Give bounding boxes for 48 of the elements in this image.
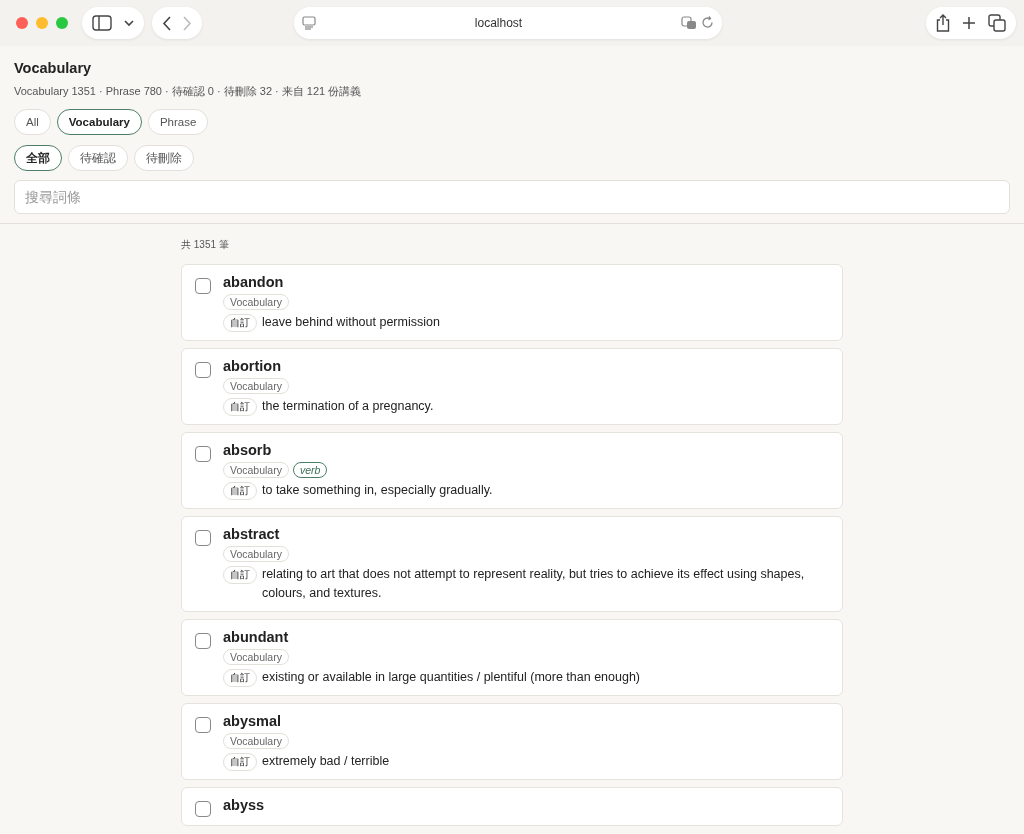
- entry-word: abortion: [223, 358, 282, 374]
- definition-text: extremely bad / terrible: [262, 753, 390, 770]
- entry-word: abstract: [223, 526, 281, 542]
- result-count: 共 1351 筆: [181, 238, 230, 252]
- checkbox[interactable]: [195, 278, 211, 294]
- tabs-overview-button[interactable]: [986, 12, 1008, 34]
- share-icon: [936, 14, 950, 32]
- filter-chip[interactable]: Phrase: [147, 109, 209, 135]
- page-title: Vocabulary: [14, 60, 93, 76]
- dropdown-button[interactable]: [122, 17, 136, 29]
- zoom-window-icon[interactable]: [56, 17, 68, 29]
- entry-word: abundant: [223, 629, 290, 645]
- new-tab-button[interactable]: [960, 14, 978, 32]
- reload-icon[interactable]: [701, 16, 714, 29]
- entry-word: abyss: [223, 797, 265, 813]
- plus-icon: [962, 16, 976, 30]
- overlapping-squares-icon: [988, 14, 1006, 32]
- checkbox[interactable]: [195, 362, 211, 378]
- filter-chip[interactable]: 待刪除: [134, 145, 194, 171]
- chevron-right-icon: [183, 15, 192, 31]
- address-text: localhost: [474, 16, 523, 30]
- definition-text: the termination of a pregnancy.: [262, 398, 434, 415]
- checkbox[interactable]: [195, 717, 211, 733]
- filter-chip[interactable]: All: [14, 109, 51, 135]
- chevron-down-icon: [124, 19, 134, 27]
- share-button[interactable]: [934, 12, 952, 34]
- address-bar[interactable]: localhost: [294, 7, 722, 39]
- checkbox[interactable]: [195, 633, 211, 649]
- entry-word: abysmal: [223, 713, 283, 729]
- entry-word: absorb: [223, 442, 273, 458]
- filter-chip[interactable]: 待確認: [68, 145, 128, 171]
- search-field[interactable]: 搜尋詞條: [14, 180, 1010, 214]
- sidebar-toggle-button[interactable]: [90, 13, 114, 33]
- close-window-icon[interactable]: [16, 17, 28, 29]
- summary-text: Vocabulary 1351 · Phrase 780 · 待確認 0 · 待刪除 32 · 来自 121 份講義: [14, 84, 363, 99]
- page-icon: [302, 16, 316, 30]
- definition-text: leave behind without permission: [262, 314, 440, 331]
- checkbox[interactable]: [195, 530, 211, 546]
- checkbox[interactable]: [195, 446, 211, 462]
- definition-text: existing or available in large quantities / plentiful (more than enough): [262, 669, 640, 686]
- filter-chip[interactable]: Vocabulary: [56, 109, 142, 135]
- filter-chip[interactable]: 全部: [14, 145, 62, 171]
- definition-text: relating to art that does not attempt to represent reality, but tries to achieve its effect using shapes, colours, and textures.: [262, 566, 806, 602]
- checkbox[interactable]: [195, 801, 211, 817]
- chevron-left-icon: [162, 15, 171, 31]
- entry-word: abandon: [223, 274, 285, 290]
- definition-text: to take something in, especially gradually.: [262, 482, 493, 499]
- sidebar-icon: [92, 15, 112, 31]
